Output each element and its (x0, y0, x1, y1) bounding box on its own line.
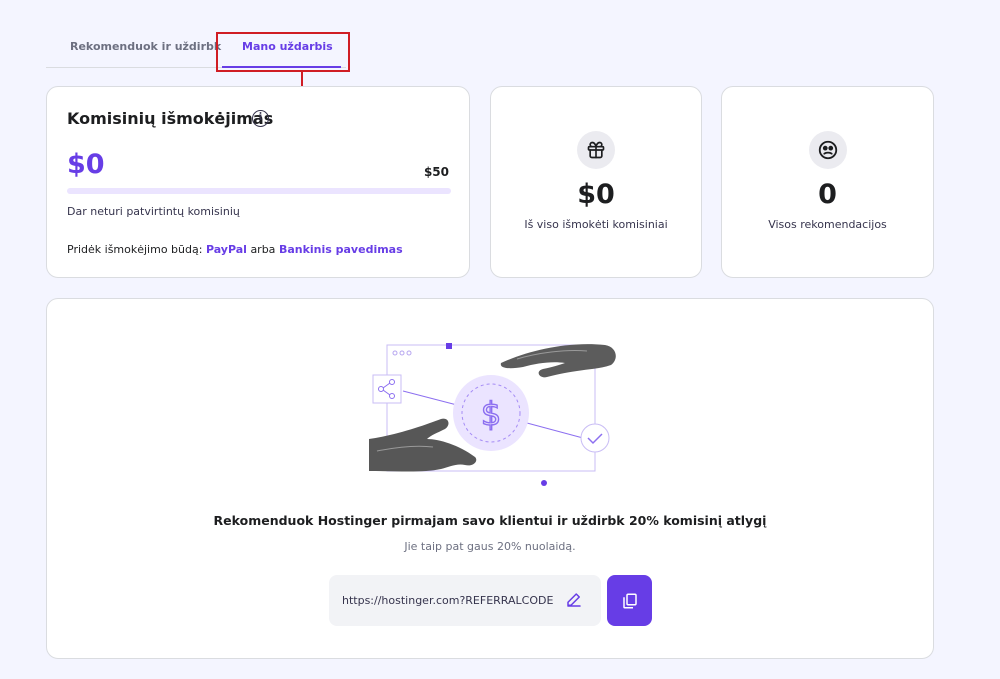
info-icon[interactable]: i (252, 110, 269, 127)
add-method-prefix: Pridėk išmokėjimo būdą: (67, 243, 203, 256)
no-commissions-text: Dar neturi patvirtintų komisinių (67, 205, 240, 218)
method-separator: arba (250, 243, 276, 256)
handshake-illustration: $ (369, 343, 616, 486)
edit-pencil-icon[interactable] (565, 591, 583, 609)
referral-promo-card: $ Rekomenduok Hostinger pirmajam savo kl… (46, 298, 934, 659)
total-paid-value: $0 (577, 179, 615, 210)
tab-referral[interactable]: Rekomenduok ir uždirbk (70, 40, 221, 53)
total-paid-card: $0 Iš viso išmokėti komisiniai (490, 86, 702, 278)
highlight-tab-box (216, 32, 350, 72)
referral-link-field[interactable]: https://hostinger.com?REFERRALCODE=1 (329, 575, 601, 626)
promo-subtitle: Jie taip pat gaus 20% nuolaidą. (404, 540, 576, 553)
payout-threshold: $50 (423, 165, 449, 179)
total-referrals-card: 0 Visos rekomendacijos (721, 86, 934, 278)
payout-amount: $0 (67, 149, 105, 180)
add-payment-method: Pridėk išmokėjimo būdą: PayPal arba Bank… (67, 243, 403, 256)
copy-link-button[interactable] (607, 575, 652, 626)
payout-card: Komisinių išmokėjimas i $0 $50 Dar netur… (46, 86, 470, 278)
payout-progress-bar (67, 188, 451, 194)
referral-link-text: https://hostinger.com?REFERRALCODE=1 (342, 594, 554, 607)
payout-title: Komisinių išmokėjimas (67, 109, 274, 128)
share-icon (372, 374, 402, 404)
total-referrals-label: Visos rekomendacijos (768, 218, 887, 231)
total-paid-label: Iš viso išmokėti komisiniai (524, 218, 668, 231)
check-icon (580, 423, 610, 453)
total-referrals-value: 0 (818, 179, 837, 210)
promo-title: Rekomenduok Hostinger pirmajam savo klie… (213, 513, 767, 528)
svg-text:$: $ (481, 395, 501, 433)
paypal-link[interactable]: PayPal (206, 243, 247, 256)
dollar-coin-icon: $ (453, 375, 529, 451)
bank-transfer-link[interactable]: Bankinis pavedimas (279, 243, 403, 256)
copy-icon (622, 593, 637, 608)
referral-face-icon (808, 131, 847, 169)
gift-icon (577, 131, 615, 169)
